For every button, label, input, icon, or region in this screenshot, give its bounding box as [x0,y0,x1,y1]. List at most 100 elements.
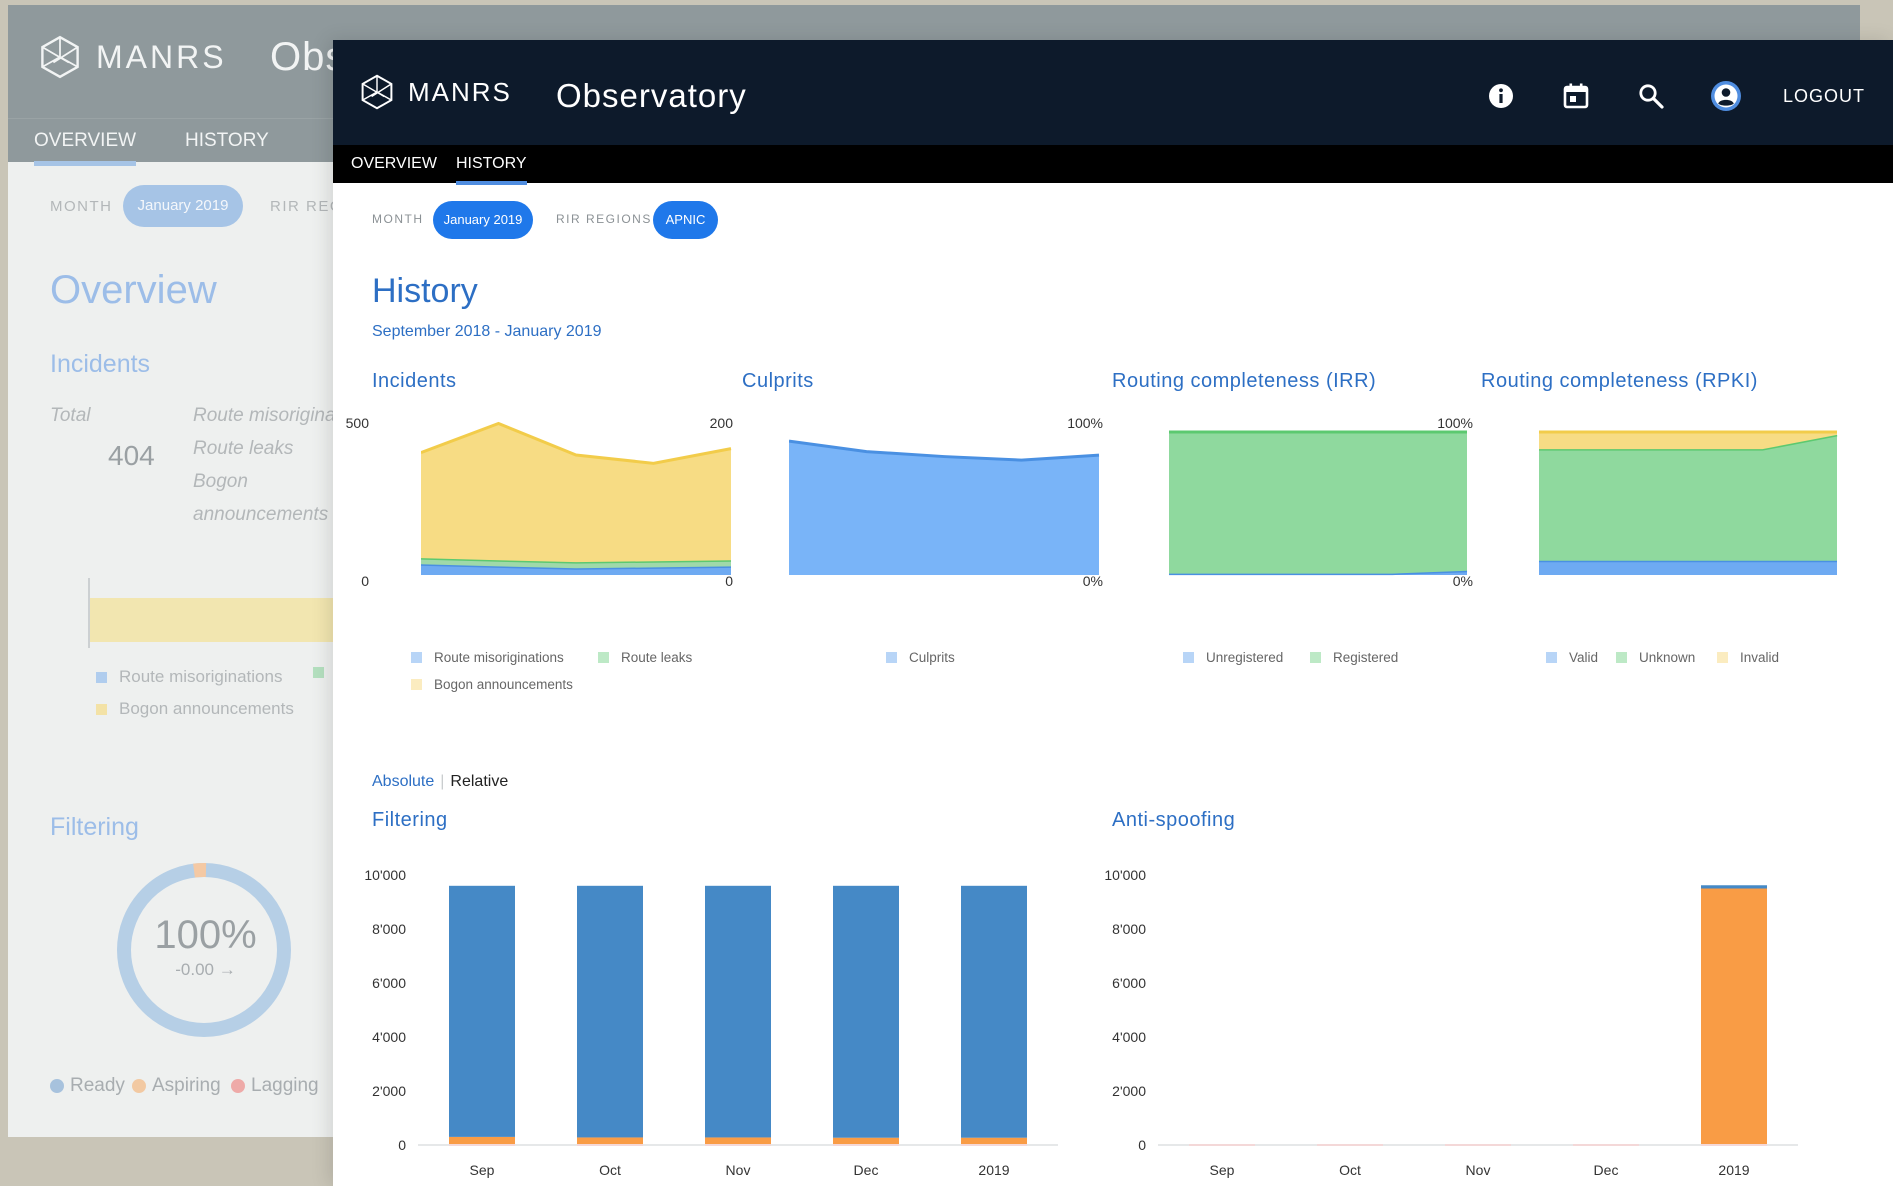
legend-item[interactable]: Unregistered [1183,650,1283,665]
legend-swatch [1546,652,1557,663]
date-range: September 2018 - January 2019 [372,323,602,340]
x-tick-label: Dec [854,1162,879,1178]
account-icon[interactable] [1710,80,1742,112]
bg-lagging-dot [231,1079,245,1093]
legend-swatch [411,652,422,663]
bar-ready[interactable] [961,885,1027,1138]
legend-item[interactable]: Bogon announcements [411,677,573,692]
legend-item[interactable]: Route leaks [598,650,692,665]
x-tick-label: Dec [1594,1162,1619,1178]
y-tick-label: 10'000 [1104,867,1146,883]
bar-aspiring[interactable] [1701,888,1767,1146]
bg-total-label: Total [50,405,91,426]
legend-label: Culprits [909,650,955,665]
area-series-0 [1539,560,1837,575]
page-title: History [372,272,478,310]
main-nav: OVERVIEW HISTORY [333,145,1893,185]
bar-aspiring[interactable] [705,1137,771,1145]
bg-filtering-title: Filtering [50,813,139,841]
bg-month-pill[interactable]: January 2019 [123,185,243,227]
legend-item[interactable]: Valid [1546,650,1598,665]
bar-aspiring[interactable] [833,1137,899,1145]
incidents-ytick: 500 [345,415,369,431]
legend-item[interactable]: Route misoriginations [411,650,564,665]
y-tick-label: 8'000 [1112,921,1146,937]
absolute-toggle[interactable]: Absolute [372,773,434,790]
bar-aspiring[interactable] [449,1136,515,1145]
bg-legend-item: Route misoriginations [96,667,282,687]
bg-brand-name: MANRS [96,38,227,75]
front-window: MANRS Observatory LOGOUT OVERVIEW HISTOR… [333,40,1893,1186]
culprits-area-chart [789,439,1100,575]
search-icon[interactable] [1637,82,1665,110]
x-tick-label: Sep [1210,1162,1235,1178]
bar-ready[interactable] [449,885,515,1137]
manrs-logo-icon [361,74,393,110]
toggle-separator: | [440,773,445,790]
x-tick-label: 2019 [978,1162,1009,1178]
logo[interactable]: MANRS [359,74,512,110]
legend-item[interactable]: Unknown [1616,650,1695,665]
region-selector[interactable]: APNIC [653,201,718,239]
y-tick-label: 0 [398,1137,406,1153]
y-tick-label: 10'000 [364,867,406,883]
legend-item[interactable]: Culprits [886,650,955,665]
incidents-ytick: 0 [361,573,369,589]
y-tick-label: 6'000 [1112,975,1146,991]
legend-swatch [1616,652,1627,663]
manrs-logo-icon [41,35,79,79]
legend-item[interactable]: Registered [1310,650,1398,665]
legend-swatch [1717,652,1728,663]
y-tick-label: 6'000 [372,975,406,991]
x-tick-label: Nov [1466,1162,1491,1178]
x-tick-label: Sep [470,1162,495,1178]
logout-button[interactable]: LOGOUT [1783,86,1865,107]
bg-legend-item: Bogon announcements [96,699,294,719]
bg-incidents-title: Incidents [50,350,151,378]
y-tick-label: 4'000 [372,1029,406,1045]
culprits-chart-title: Culprits [742,370,814,392]
filtering-chart-title: Filtering [372,809,448,831]
legend-label: Route leaks [621,650,693,665]
absolute-relative-toggle: Absolute | Relative [372,773,508,791]
rpki-area-chart [1539,430,1838,575]
y-tick-label: 2'000 [1112,1083,1146,1099]
bar-ready[interactable] [833,885,899,1138]
bg-tab-history[interactable]: HISTORY [185,130,269,152]
area-series-2 [421,423,731,563]
region-label: RIR REGIONS [556,212,652,226]
bar-ready[interactable] [577,885,643,1138]
bg-overview-title: Overview [50,268,217,312]
legend-label: Invalid [1740,650,1780,665]
bg-month-label: MONTH [50,198,113,215]
bar-aspiring[interactable] [961,1137,1027,1145]
bg-status-legend-lagging: Lagging [231,1075,319,1097]
info-icon[interactable] [1487,82,1515,110]
tab-overview[interactable]: OVERVIEW [351,155,437,173]
legend-item[interactable]: Invalid [1717,650,1779,665]
x-tick-label: Oct [599,1162,621,1178]
y-tick-label: 2'000 [372,1083,406,1099]
filtering-bar-chart: 10'000 8'000 6'000 4'000 2'000 0 Sep Oct Nov Dec 2… [364,867,1058,1178]
calendar-icon[interactable] [1562,82,1590,110]
bar-ready[interactable] [1701,885,1767,889]
bg-tab-overview[interactable]: OVERVIEW [34,130,137,166]
rpki-chart-title: Routing completeness (RPKI) [1481,370,1758,392]
legend-swatch [598,652,609,663]
bg-donut-percent: 100% [154,913,257,957]
y-tick-label: 0 [1138,1137,1146,1153]
bar-ready[interactable] [705,885,771,1138]
area-series-1 [1539,434,1837,561]
bg-total-value: 404 [108,440,155,471]
bg-incident-bar [90,598,340,642]
bar-aspiring[interactable] [577,1137,643,1145]
anti-spoofing-chart-title: Anti-spoofing [1112,809,1236,831]
bg-legend-label: Route misoriginations [119,667,283,686]
tab-history[interactable]: HISTORY [456,155,527,185]
legend-label: Route misoriginations [434,650,564,665]
y-tick-label: 4'000 [1112,1029,1146,1045]
x-tick-label: Nov [726,1162,751,1178]
brand-name: MANRS [408,76,512,107]
relative-toggle[interactable]: Relative [450,773,508,790]
month-selector[interactable]: January 2019 [433,201,533,239]
